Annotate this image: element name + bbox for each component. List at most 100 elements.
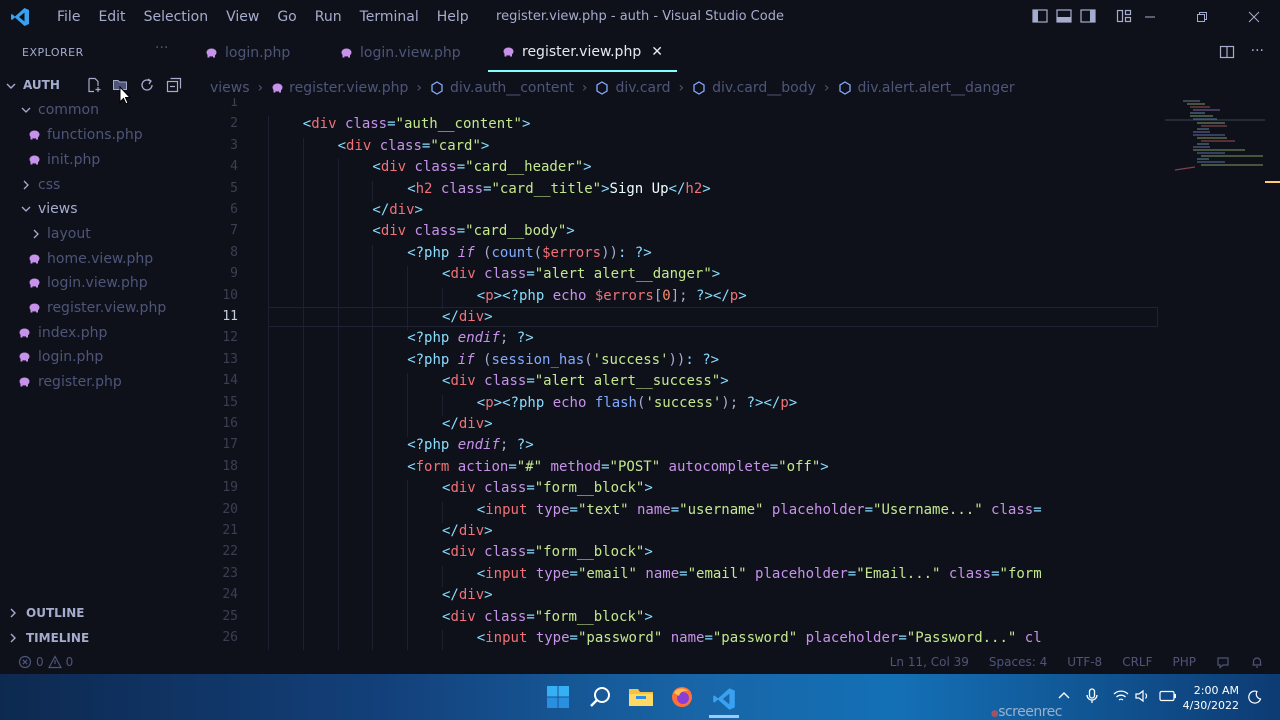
problems-indicator[interactable]: 0 0 — [18, 655, 73, 669]
menu-terminal[interactable]: Terminal — [351, 0, 428, 34]
tree-folder-common[interactable]: common — [20, 98, 99, 122]
line-number: 22 — [222, 544, 238, 560]
battery-icon[interactable] — [1159, 690, 1177, 702]
breadcrumb-item-alert-danger[interactable]: div.alert.alert__danger — [858, 80, 1015, 96]
code-token: p — [729, 287, 739, 304]
tree-file-register-view-php[interactable]: register.view.php — [28, 296, 166, 320]
taskbar-file-explorer[interactable] — [626, 682, 656, 712]
cursor-position[interactable]: Ln 11, Col 39 — [890, 655, 969, 669]
toggle-secondary-sidebar-icon[interactable] — [1080, 8, 1096, 24]
code-token: class — [982, 501, 1034, 518]
breadcrumb-item-file[interactable]: register.view.php — [289, 80, 408, 96]
minimize-icon — [1145, 16, 1155, 18]
code-token: div — [380, 159, 407, 176]
breadcrumb-item-auth-content[interactable]: div.auth__content — [450, 80, 574, 96]
tree-folder-layout[interactable]: layout — [30, 222, 91, 246]
code-line: <?php endif; ?> — [407, 330, 533, 346]
code-token: : ?> — [617, 244, 652, 261]
feedback-icon[interactable] — [1216, 655, 1230, 669]
timeline-panel-header[interactable]: TIMELINE — [8, 631, 89, 645]
code-token: > — [644, 608, 653, 625]
volume-icon[interactable] — [1135, 689, 1151, 703]
outline-panel-header[interactable]: OUTLINE — [8, 606, 84, 620]
wifi-icon[interactable] — [1113, 689, 1129, 703]
tree-file-functions-php[interactable]: functions.php — [28, 123, 143, 147]
indent-guide — [372, 351, 374, 374]
tree-file-init-php[interactable]: init.php — [28, 148, 100, 172]
toggle-panel-icon[interactable] — [1056, 8, 1072, 24]
minimap[interactable] — [1165, 98, 1265, 198]
new-file-icon[interactable] — [86, 77, 102, 93]
php-file-icon — [19, 377, 30, 387]
indentation[interactable]: Spaces: 4 — [989, 655, 1047, 669]
breadcrumb-item-card[interactable]: div.card — [615, 80, 670, 96]
tree-folder-css[interactable]: css — [20, 173, 60, 197]
focus-assist-moon-icon[interactable] — [1248, 690, 1262, 704]
tree-folder-views[interactable]: views — [20, 197, 78, 221]
tree-file-login-php[interactable]: login.php — [18, 345, 103, 369]
more-actions-icon[interactable]: ··· — [1251, 44, 1264, 60]
code-token: < — [407, 458, 416, 475]
line-number: 2 — [230, 116, 238, 132]
tree-file-register-php[interactable]: register.php — [18, 370, 122, 394]
menu-run[interactable]: Run — [306, 0, 351, 34]
taskbar-vscode[interactable] — [709, 682, 739, 718]
line-number: 19 — [222, 480, 238, 496]
language-mode[interactable]: PHP — [1173, 655, 1197, 669]
end-of-line[interactable]: CRLF — [1122, 655, 1152, 669]
code-token: = — [864, 501, 874, 518]
chevron-up-icon[interactable] — [1057, 689, 1071, 703]
code-token: div — [458, 587, 485, 604]
toggle-primary-sidebar-icon[interactable] — [1032, 8, 1048, 24]
code-editor[interactable]: 1 2 <div class="auth__content"> 3 <div class… — [200, 98, 1280, 650]
taskbar-clock[interactable]: 2:00 AM 4/30/2022 — [1183, 683, 1239, 713]
indent-guide — [407, 287, 409, 309]
refresh-icon[interactable] — [139, 77, 155, 93]
indent-guide — [407, 394, 409, 416]
split-editor-icon[interactable] — [1219, 44, 1235, 60]
code-token: > — [711, 266, 721, 283]
menu-view[interactable]: View — [217, 0, 268, 34]
code-token: > — [644, 544, 653, 561]
tab-login-view-php[interactable]: login.view.php — [340, 34, 461, 72]
tree-file-home-view-php[interactable]: home.view.php — [28, 247, 153, 271]
code-token: < — [476, 565, 486, 582]
menu-go[interactable]: Go — [268, 0, 305, 34]
taskbar-search-button[interactable] — [585, 682, 615, 712]
code-token: 'success' — [592, 351, 669, 368]
breadcrumb-item-views[interactable]: views — [210, 80, 250, 96]
code-token: > — [566, 223, 575, 240]
tree-file-login-view-php[interactable]: login.view.php — [28, 271, 148, 295]
collapse-all-icon[interactable] — [166, 77, 182, 93]
editor-actions: ··· — [1219, 44, 1264, 60]
tab-register-view-php[interactable]: register.view.php ✕ — [488, 34, 677, 72]
clock-time: 2:00 AM — [1193, 684, 1239, 697]
menu-edit[interactable]: Edit — [89, 0, 134, 34]
code-token: div — [450, 544, 476, 561]
menu-file[interactable]: File — [48, 0, 89, 34]
file-encoding[interactable]: UTF-8 — [1067, 655, 1102, 669]
notifications-bell-icon[interactable] — [1250, 655, 1264, 669]
start-button[interactable] — [543, 682, 573, 712]
explorer-folder-header[interactable]: AUTH — [0, 72, 200, 105]
tab-login-php[interactable]: login.php — [205, 34, 290, 72]
indent-guide — [407, 565, 409, 588]
menu-selection[interactable]: Selection — [135, 0, 218, 34]
close-window-button[interactable] — [1228, 0, 1280, 34]
microphone-icon[interactable] — [1085, 688, 1099, 704]
code-line: <?php if (session_has('success')): ?> — [407, 352, 719, 368]
restore-button[interactable] — [1176, 0, 1228, 34]
breadcrumb-item-card-body[interactable]: div.card__body — [712, 80, 816, 96]
scrollbar-marker[interactable] — [1265, 181, 1280, 183]
code-token: = — [508, 458, 517, 475]
tab-label: register.view.php — [522, 44, 642, 60]
code-token: class — [475, 544, 527, 561]
vscode-logo-icon[interactable] — [10, 7, 30, 27]
code-token: < — [476, 630, 486, 646]
taskbar-firefox[interactable] — [667, 682, 697, 712]
minimize-button[interactable] — [1124, 0, 1176, 34]
explorer-more-actions[interactable]: ··· — [155, 40, 168, 56]
close-tab-icon[interactable]: ✕ — [651, 44, 663, 60]
menu-help[interactable]: Help — [428, 0, 478, 34]
tree-file-index-php[interactable]: index.php — [18, 321, 107, 345]
